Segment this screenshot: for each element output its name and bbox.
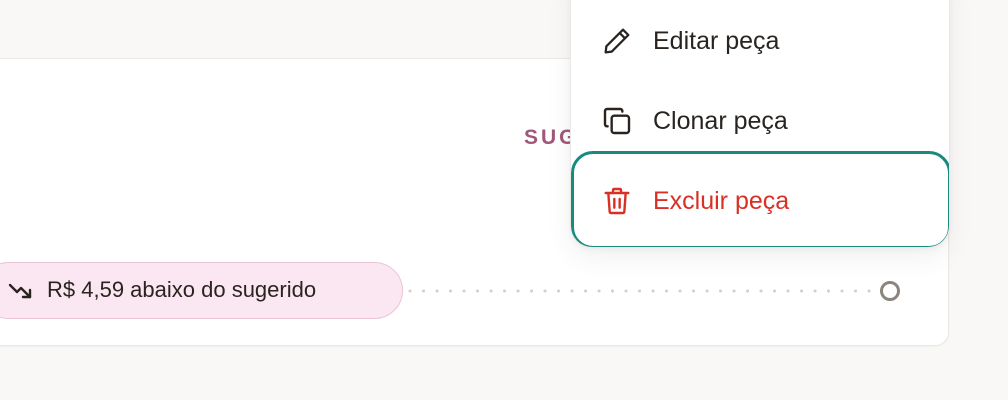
context-menu: Editar peça Clonar peça Excluir peça — [570, 0, 950, 248]
copy-icon — [603, 107, 631, 135]
edit-piece-menu-item[interactable]: Editar peça — [571, 1, 949, 81]
price-track-end-marker — [880, 281, 900, 301]
delete-piece-label: Excluir peça — [653, 187, 790, 215]
delete-piece-menu-item[interactable]: Excluir peça — [571, 151, 949, 247]
edit-piece-label: Editar peça — [653, 27, 780, 55]
trending-down-icon — [8, 283, 32, 299]
clone-piece-menu-item[interactable]: Clonar peça — [571, 81, 949, 161]
price-track-dotted-line — [408, 289, 880, 293]
clone-piece-label: Clonar peça — [653, 107, 788, 135]
price-difference-badge: R$ 4,59 abaixo do sugerido — [0, 262, 403, 319]
price-difference-text: R$ 4,59 abaixo do sugerido — [47, 277, 317, 302]
pencil-icon — [604, 28, 630, 54]
trash-icon — [604, 187, 630, 215]
